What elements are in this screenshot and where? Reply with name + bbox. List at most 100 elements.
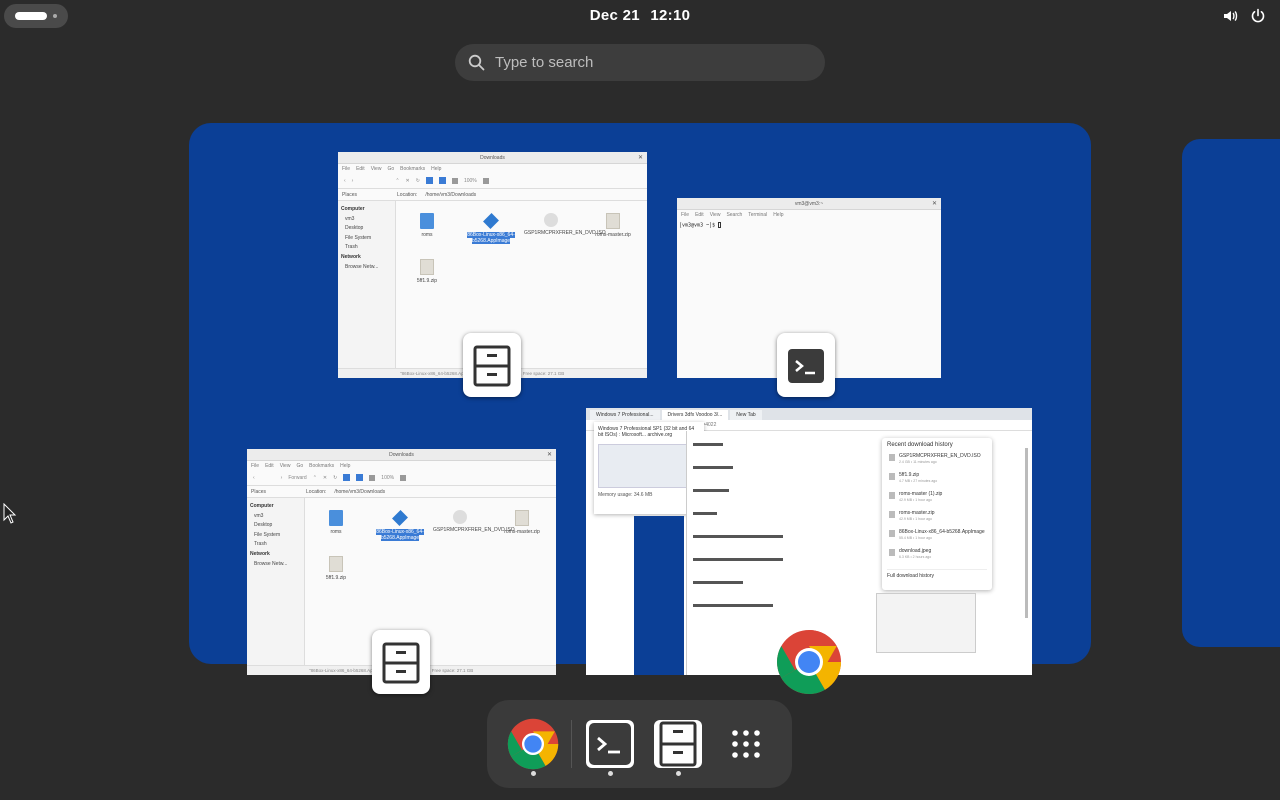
volume-icon[interactable] <box>1222 8 1238 24</box>
computer-icon[interactable] <box>356 474 364 481</box>
download-item[interactable]: 5ff1.9.zip 4.7 MB • 27 minutes ago <box>887 472 987 491</box>
sidebar-item-filesystem[interactable]: File System <box>250 531 301 541</box>
menu-view[interactable]: View <box>710 212 721 218</box>
dash-separator <box>571 720 572 768</box>
file-item[interactable]: GSP1RMCPRXFRER_EN_DVD.ISO <box>524 213 606 236</box>
menu-bookmarks[interactable]: Bookmarks <box>400 166 425 172</box>
location-input[interactable]: /home/vm3/Downloads <box>334 489 385 495</box>
menu-terminal[interactable]: Terminal <box>748 212 767 218</box>
menu-edit[interactable]: Edit <box>265 463 274 469</box>
back-icon[interactable]: ‹ <box>344 178 346 184</box>
forward-icon[interactable]: › <box>352 178 354 184</box>
home-icon[interactable] <box>425 177 433 184</box>
file-item[interactable]: roms <box>309 510 363 535</box>
menu-go[interactable]: Go <box>296 463 303 469</box>
app-grid-icon <box>732 730 760 758</box>
menu-help[interactable]: Help <box>431 166 441 172</box>
file-item[interactable]: 5ff1.9.zip <box>309 556 363 581</box>
menu-search[interactable]: Search <box>726 212 742 218</box>
menu-view[interactable]: View <box>371 166 382 172</box>
zoom-out-icon[interactable] <box>369 474 376 481</box>
sidebar-item-desktop[interactable]: Desktop <box>341 224 392 234</box>
download-item[interactable]: download.jpeg 6.3 KB • 2 hours ago <box>887 548 987 567</box>
file-item[interactable]: 86Box-Linux-x86_64-b5268.AppImage <box>464 213 518 244</box>
zoom-in-icon[interactable] <box>482 177 489 184</box>
clock[interactable]: Dec 21 12:10 <box>0 7 1280 24</box>
file-item[interactable]: roms <box>400 213 454 238</box>
dash-chrome[interactable] <box>507 718 559 776</box>
menubar: File Edit View Go Bookmarks Help <box>247 461 556 470</box>
stop-icon[interactable]: ✕ <box>406 178 410 184</box>
download-item[interactable]: GSP1RMCPRXFRER_EN_DVD.ISO 2.4 GB • 11 min… <box>887 453 987 472</box>
close-icon[interactable]: ✕ <box>547 449 552 461</box>
scrollbar[interactable] <box>1025 448 1028 618</box>
menu-bookmarks[interactable]: Bookmarks <box>309 463 334 469</box>
search-bar[interactable] <box>455 44 825 81</box>
tab-new[interactable]: New Tab <box>730 410 762 420</box>
file-item[interactable]: roms-master.zip <box>495 510 549 535</box>
sidebar: Computer vm3 Desktop File System Trash N… <box>247 498 305 665</box>
computer-icon[interactable] <box>438 177 446 184</box>
stop-icon[interactable]: ✕ <box>323 475 327 481</box>
tab-drivers[interactable]: Drivers 3dfx Voodoo 3/... <box>661 410 729 420</box>
menu-go[interactable]: Go <box>387 166 394 172</box>
sidebar-item-browse-network[interactable]: Browse Netw... <box>341 263 392 273</box>
close-icon[interactable]: ✕ <box>932 198 937 210</box>
menu-help[interactable]: Help <box>773 212 783 218</box>
sidebar-item-home[interactable]: vm3 <box>341 215 392 225</box>
menu-file[interactable]: File <box>681 212 689 218</box>
appimage-icon <box>483 213 499 229</box>
terminal-output[interactable]: [vm3@vm3 ~]$ <box>677 219 941 232</box>
full-history-link[interactable]: Full download history <box>887 569 987 579</box>
home-icon[interactable] <box>343 474 351 481</box>
sidebar-item-filesystem[interactable]: File System <box>341 234 392 244</box>
download-item[interactable]: roms-master.zip 42.9 MB • 1 hour ago <box>887 510 987 529</box>
location-label: Location: <box>306 488 327 495</box>
sidebar-item-home[interactable]: vm3 <box>250 512 301 522</box>
forward-icon[interactable]: › <box>281 475 283 481</box>
dash-app-grid[interactable] <box>720 718 772 770</box>
close-icon[interactable]: ✕ <box>638 152 643 164</box>
places-dropdown[interactable]: Places <box>342 192 357 198</box>
sidebar-header-computer: Computer <box>250 503 274 509</box>
up-icon[interactable]: ⌃ <box>313 475 317 481</box>
menu-view[interactable]: View <box>280 463 291 469</box>
sidebar-item-trash[interactable]: Trash <box>250 540 301 550</box>
sidebar-item-trash[interactable]: Trash <box>341 243 392 253</box>
download-item[interactable]: roms-master (1).zip 42.9 MB • 1 hour ago <box>887 491 987 510</box>
reload-icon[interactable]: ↻ <box>333 475 337 481</box>
sidebar-item-browse-network[interactable]: Browse Netw... <box>250 560 301 570</box>
tab-windows7[interactable]: Windows 7 Professional... <box>590 410 660 420</box>
menu-help[interactable]: Help <box>340 463 350 469</box>
file-item[interactable]: 86Box-Linux-x86_64-b5268.AppImage <box>373 510 427 541</box>
places-dropdown[interactable]: Places <box>251 489 266 495</box>
power-icon[interactable] <box>1250 8 1266 24</box>
window-title: Downloads <box>389 452 414 458</box>
reload-icon[interactable]: ↻ <box>416 178 420 184</box>
download-item[interactable]: 86Box-Linux-x86_64-b5268.AppImage 55.4 MB… <box>887 529 987 548</box>
system-tray[interactable] <box>1222 8 1266 24</box>
dash-files[interactable] <box>652 718 704 776</box>
menubar: File Edit View Go Bookmarks Help <box>338 164 647 173</box>
file-item[interactable]: roms-master.zip <box>586 213 640 238</box>
sidebar-item-desktop[interactable]: Desktop <box>250 521 301 531</box>
zoom-out-icon[interactable] <box>451 177 458 184</box>
history-dropdown[interactable]: Forward <box>288 475 306 481</box>
location-input[interactable]: /home/vm3/Downloads <box>425 192 476 198</box>
file-item[interactable]: GSP1RMCPRXFRER_EN_DVD.ISO <box>433 510 515 533</box>
location-bar: Places Location: /home/vm3/Downloads <box>338 189 647 201</box>
workspace-next[interactable] <box>1182 139 1280 647</box>
back-icon[interactable]: ‹ <box>253 475 255 481</box>
zoom-level: 100% <box>381 474 395 481</box>
chrome-icon <box>507 718 559 770</box>
menu-file[interactable]: File <box>251 463 259 469</box>
up-icon[interactable]: ⌃ <box>395 178 399 184</box>
menu-edit[interactable]: Edit <box>356 166 365 172</box>
dash-terminal[interactable] <box>584 718 636 776</box>
menu-edit[interactable]: Edit <box>695 212 704 218</box>
top-bar: Dec 21 12:10 <box>0 0 1280 32</box>
file-item[interactable]: 5ff1.9.zip <box>400 259 454 284</box>
zoom-in-icon[interactable] <box>400 474 407 481</box>
menu-file[interactable]: File <box>342 166 350 172</box>
search-input[interactable] <box>495 44 805 81</box>
